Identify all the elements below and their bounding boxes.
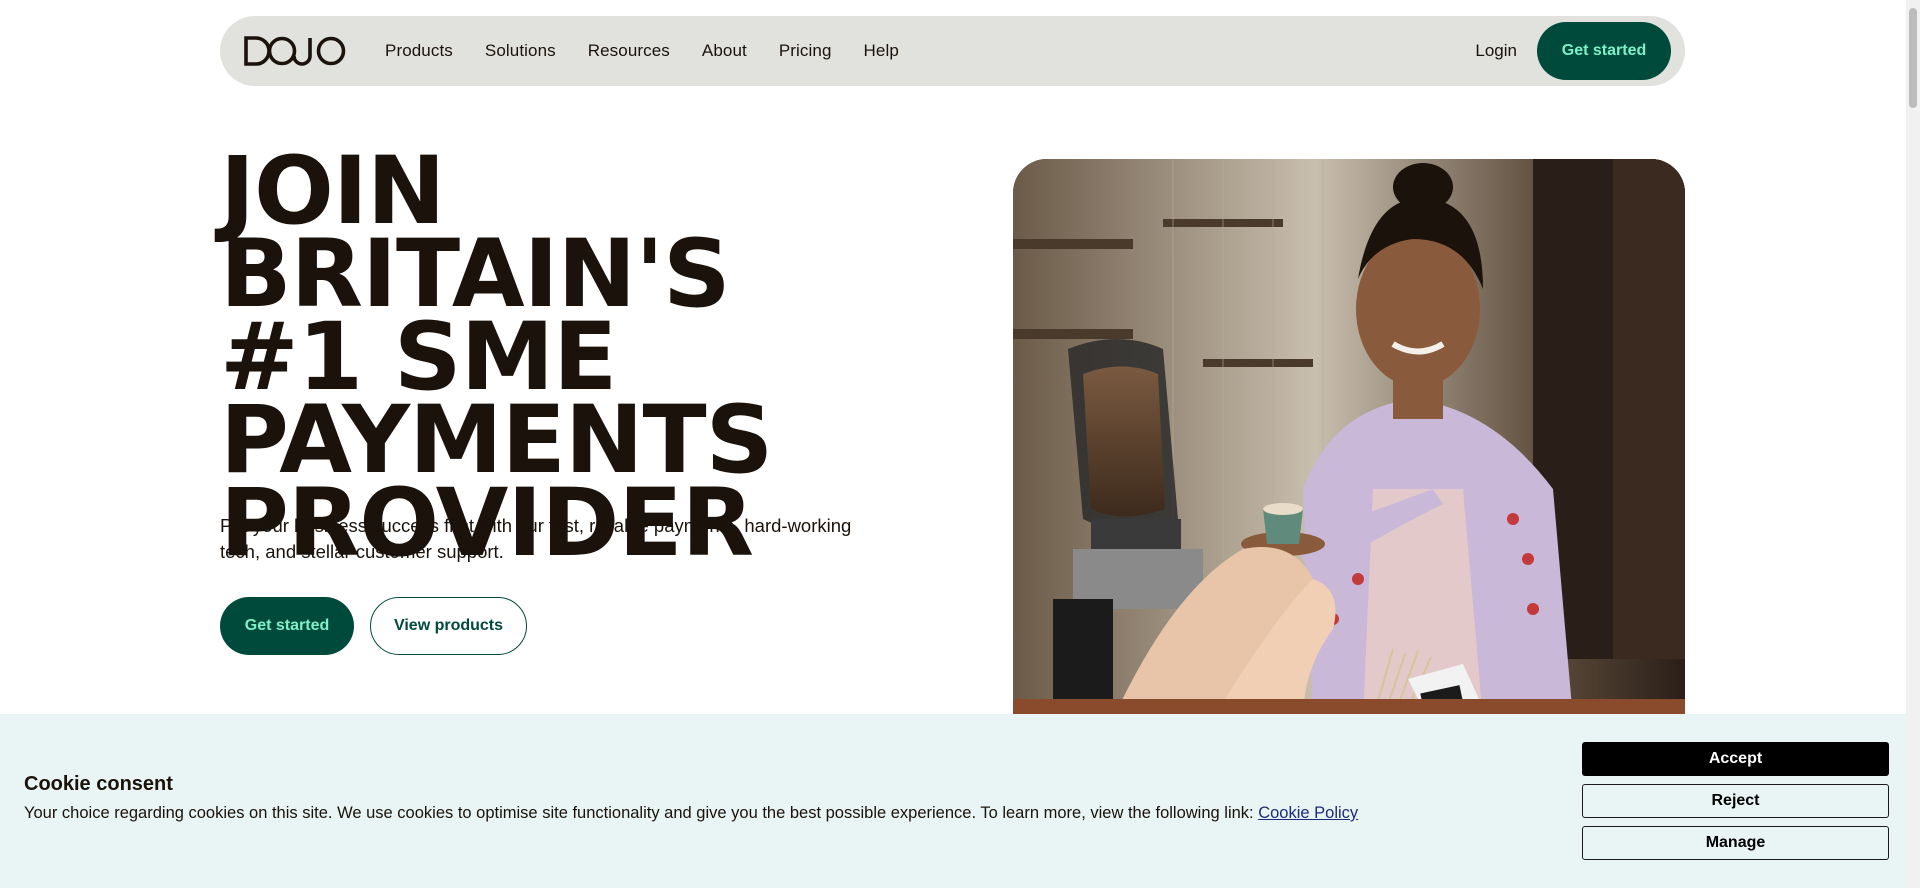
hero-subtitle: Put your business success first with our… (220, 515, 852, 562)
cookie-consent-title: Cookie consent (24, 773, 173, 795)
nav-actions: Login Get started (1475, 22, 1671, 80)
dojo-logo[interactable] (244, 34, 346, 68)
hero-get-started-button[interactable]: Get started (220, 597, 354, 655)
hero-cta-group: Get started View products (220, 597, 527, 655)
nav-link-solutions[interactable]: Solutions (485, 41, 556, 61)
cookie-consent-text: Your choice regarding cookies on this si… (24, 804, 1358, 823)
cookie-actions: Accept Reject Manage (1582, 742, 1889, 868)
barista-photo-illustration (1013, 159, 1685, 719)
nav-link-pricing[interactable]: Pricing (779, 41, 832, 61)
dojo-logo-mark (244, 36, 346, 66)
login-link[interactable]: Login (1475, 41, 1517, 61)
manage-cookies-button[interactable]: Manage (1582, 826, 1889, 860)
nav-link-products[interactable]: Products (385, 41, 453, 61)
nav-link-about[interactable]: About (702, 41, 747, 61)
nav-links: Products Solutions Resources About Prici… (385, 16, 931, 86)
cookie-consent-banner: Cookie consent Your choice regarding coo… (0, 714, 1906, 888)
nav-link-resources[interactable]: Resources (588, 41, 670, 61)
hero-title-line: JOIN BRITAIN'S (220, 137, 731, 329)
cookie-consent-description: Your choice regarding cookies on this si… (24, 804, 1254, 822)
page-scrollbar[interactable] (1906, 0, 1920, 888)
nav-link-help[interactable]: Help (864, 41, 899, 61)
accept-cookies-button[interactable]: Accept (1582, 742, 1889, 776)
hero-photo (1013, 159, 1685, 719)
nav-get-started-button[interactable]: Get started (1537, 22, 1671, 80)
cookie-policy-link[interactable]: Cookie Policy (1258, 804, 1358, 822)
view-products-button[interactable]: View products (370, 597, 527, 655)
scrollbar-thumb[interactable] (1909, 8, 1917, 108)
hero-title: JOIN BRITAIN'S #1 SME PAYMENTS PROVIDER (220, 137, 920, 571)
top-navigation: Products Solutions Resources About Prici… (220, 16, 1685, 86)
reject-cookies-button[interactable]: Reject (1582, 784, 1889, 818)
